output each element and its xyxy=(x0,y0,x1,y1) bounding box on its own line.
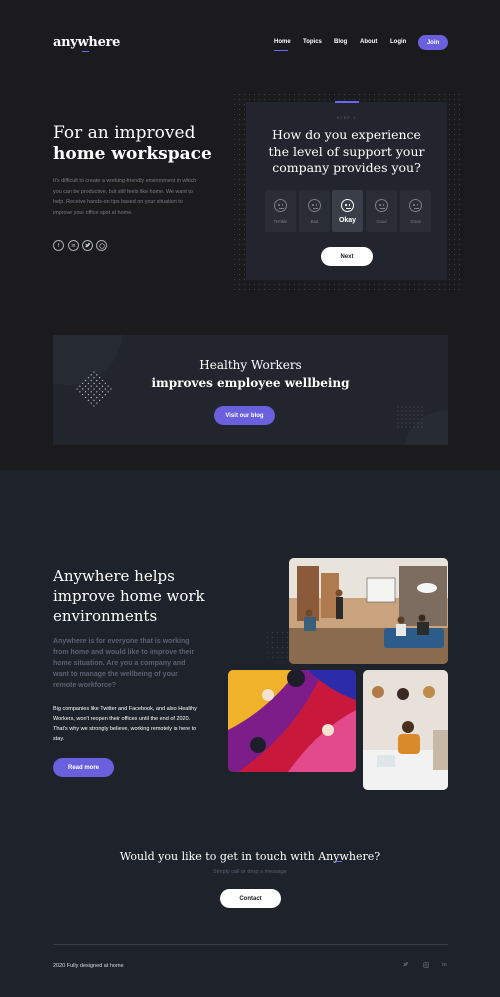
contact-subtitle: Simply call or drop a message xyxy=(213,869,287,875)
rating-label: Okay xyxy=(338,217,357,224)
rating-label: Great xyxy=(410,219,421,224)
logo-accent xyxy=(82,51,89,52)
whatsapp-icon[interactable] xyxy=(96,240,107,251)
nav-topics[interactable]: Topics xyxy=(303,39,322,45)
face-icon xyxy=(274,199,287,212)
logo[interactable]: anywhere xyxy=(53,35,120,50)
read-more-button[interactable]: Read more xyxy=(53,758,114,777)
hero-title-line1: For an improved xyxy=(53,123,196,143)
contact-button[interactable]: Contact xyxy=(220,889,281,908)
face-icon xyxy=(341,199,354,212)
rating-option-terrible[interactable]: Terrible xyxy=(265,190,296,232)
office-meeting-photo xyxy=(289,558,448,664)
contact-title: Would you like to get in touch with Anyw… xyxy=(119,850,381,863)
rating-option-bad[interactable]: Bad xyxy=(299,190,330,232)
footer-copyright: 2020 Fully designed at home xyxy=(53,963,124,969)
rating-label: Bad xyxy=(310,219,319,224)
face-icon xyxy=(409,199,422,212)
rating-option-great[interactable]: Great xyxy=(400,190,431,232)
rating-option-okay[interactable]: Okay xyxy=(332,190,363,232)
nav-active-indicator xyxy=(274,50,288,51)
nav-login[interactable]: Login xyxy=(390,39,406,45)
linkedin-icon[interactable]: in xyxy=(442,962,447,968)
nav-about[interactable]: About xyxy=(360,39,377,45)
rating-label: Good xyxy=(376,219,387,224)
instagram-icon[interactable] xyxy=(423,962,429,970)
survey-question: How do you experience the level of suppo… xyxy=(268,127,425,175)
twitter-icon[interactable] xyxy=(82,240,93,251)
home-workspace-photo xyxy=(363,670,448,790)
step-progress-bar xyxy=(335,101,359,103)
twitter-icon[interactable] xyxy=(403,962,409,969)
colorful-pattern-photo xyxy=(228,670,356,772)
dot-pattern xyxy=(396,405,424,429)
next-button[interactable]: Next xyxy=(321,247,373,266)
footer-divider xyxy=(53,944,448,945)
contact-accent xyxy=(336,861,342,862)
facebook-icon[interactable]: f xyxy=(53,240,64,251)
nav-blog[interactable]: Blog xyxy=(334,39,347,45)
banner-title: Healthy Workers xyxy=(199,358,302,372)
rating-option-good[interactable]: Good xyxy=(366,190,397,232)
hero-title-line2: home workspace xyxy=(53,144,212,164)
face-icon xyxy=(308,199,321,212)
linkedin-icon[interactable]: in xyxy=(68,240,79,251)
face-icon xyxy=(375,199,388,212)
visit-blog-button[interactable]: Visit our blog xyxy=(214,406,275,425)
hero-description: It's difficult to create a working-frien… xyxy=(53,178,197,216)
about-body: Big companies like Twitter and Facebook,… xyxy=(53,706,197,742)
nav-home[interactable]: Home xyxy=(274,39,291,45)
join-button[interactable]: Join xyxy=(418,35,448,50)
about-title: Anywhere helps improve home work environ… xyxy=(53,567,205,625)
rating-label: Terrible xyxy=(273,219,288,224)
about-lead: Anywhere is for everyone that is working… xyxy=(53,638,195,689)
banner-subtitle: improves employee wellbeing xyxy=(151,376,350,390)
step-label: STEP 1 xyxy=(336,115,357,120)
